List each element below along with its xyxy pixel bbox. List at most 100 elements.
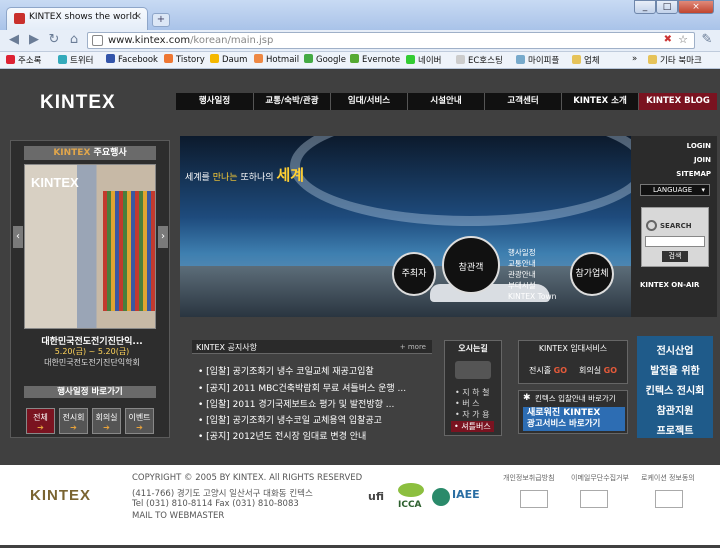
nav-about[interactable]: KINTEX 소개 xyxy=(561,93,638,110)
quick-event-button[interactable]: 이벤트 ➔ xyxy=(125,408,154,434)
bookmarks-more[interactable]: » xyxy=(632,54,637,64)
notice-title: KINTEX 공지사항 xyxy=(196,343,257,352)
event-date: 5.20(금) ~ 5.20(금) xyxy=(54,347,130,356)
nav-events[interactable]: 행사일정 xyxy=(176,93,253,110)
tab-close-icon[interactable]: × xyxy=(134,11,142,22)
hero-menu-item[interactable]: 교통안내 xyxy=(508,258,562,269)
contact: Tel (031) 810-8114 Fax (031) 810-8083 xyxy=(132,499,299,509)
notice-header: KINTEX 공지사항 + more xyxy=(192,340,432,354)
icca-mark xyxy=(398,483,424,497)
bookmark-item[interactable]: Tistory xyxy=(164,54,205,65)
site-logo[interactable]: KINTEX xyxy=(40,92,116,114)
location-policy-link[interactable]: 로케이션 정보동의 xyxy=(641,473,695,483)
maximize-button[interactable]: □ xyxy=(656,0,678,14)
notice-item[interactable]: • [입찰] 공기조화기 냉수 코일교체 재공고입찰 xyxy=(198,364,374,377)
directions-box: 오시는길 • 지 하 철 • 버 스 • 자 가 용 • 셔틀버스 xyxy=(444,340,502,436)
notice-item[interactable]: • [입찰] 공기조화기 냉수코일 교체용역 입찰공고 xyxy=(198,413,382,426)
url-text: www.kintex.com/korean/main.jsp xyxy=(108,35,274,46)
notice-item[interactable]: • [공지] 2011 MBC건축박람회 무료 셔틀버스 운행 ... xyxy=(198,381,406,394)
login-link[interactable]: LOGIN xyxy=(687,142,711,150)
visitor-circle[interactable]: 참관객 xyxy=(442,236,500,294)
directions-bus[interactable]: • 버 스 xyxy=(455,398,480,409)
sitemap-link[interactable]: SITEMAP xyxy=(676,170,711,178)
quick-meeting-button[interactable]: 회의실 ➔ xyxy=(92,408,121,434)
other-bookmarks[interactable]: 기타 북마크 xyxy=(648,54,702,66)
hero-menu-item[interactable]: 부대시설 xyxy=(508,280,562,291)
notice-more-link[interactable]: + more xyxy=(400,343,426,351)
nav-transport[interactable]: 교통/숙박/관광 xyxy=(253,93,330,110)
bookmark-item[interactable]: 마이피플 xyxy=(516,54,559,66)
search-label: SEARCH xyxy=(660,222,692,230)
bookmark-item[interactable]: Facebook xyxy=(106,54,158,65)
campaign-banner[interactable]: 전시산업 발전을 위한 킨텍스 전시회 참관지원 프로젝트 xyxy=(637,336,713,438)
rental-room-link[interactable]: 회의실 GO xyxy=(579,365,617,376)
hero-dome xyxy=(290,136,631,226)
partner-logo xyxy=(520,490,548,508)
quick-links-title: 행사일정 바로가기 xyxy=(24,386,156,398)
bookmark-item[interactable]: Google xyxy=(304,54,346,65)
rental-hall-link[interactable]: 전시홀 GO xyxy=(529,365,567,376)
wrench-icon[interactable]: ✎ xyxy=(699,32,715,48)
ad-service-banner[interactable]: 새로워진 KINTEX 광고서비스 바로가기 xyxy=(523,407,625,431)
reload-icon[interactable]: ↻ xyxy=(46,32,62,48)
home-icon[interactable]: ⌂ xyxy=(66,32,82,48)
browser-tab[interactable]: KINTEX shows the world × xyxy=(6,7,148,30)
next-arrow-icon[interactable]: › xyxy=(158,226,168,248)
new-tab-button[interactable]: + xyxy=(152,13,170,27)
privacy-link[interactable]: 개인정보취급방침 xyxy=(503,473,555,483)
rental-box: KINTEX 임대서비스 전시홀 GO 회의실 GO xyxy=(518,340,628,384)
bookmark-item[interactable]: 업체 xyxy=(572,54,600,66)
hero-menu-item[interactable]: 행사일정 xyxy=(508,247,562,258)
onair-link[interactable]: KINTEX ON-AIR xyxy=(640,281,699,289)
bookmark-item[interactable]: EC호스팅 xyxy=(456,54,503,66)
star-icon[interactable]: ☆ xyxy=(678,33,688,46)
prev-arrow-icon[interactable]: ‹ xyxy=(13,226,23,248)
address-bar[interactable]: www.kintex.com/korean/main.jsp ✖ ☆ xyxy=(87,32,695,49)
icca-logo: ICCA xyxy=(398,500,422,510)
event-organizer: 대한민국전도전기진단익학회 xyxy=(44,358,140,367)
bookmark-item[interactable]: Daum xyxy=(210,54,247,65)
bookmark-item[interactable]: 트위터 xyxy=(58,54,93,66)
bus-icon xyxy=(455,361,491,379)
search-button[interactable]: 검색 xyxy=(662,251,688,262)
webzine-box: ✱ 킨텍스 입찰안내 바로가기 새로워진 KINTEX 광고서비스 바로가기 xyxy=(518,390,628,434)
footer-logo: KINTEX xyxy=(30,487,92,504)
event-image[interactable]: KINTEX xyxy=(24,164,156,329)
address: (411-766) 경기도 고양시 일산서구 대화동 킨텍스 xyxy=(132,489,313,499)
notice-item[interactable]: • [공지] 2012년도 전시장 임대료 변경 안내 xyxy=(198,429,366,442)
hero-tagline: 세계를 만나는 또하나의 세계 xyxy=(185,166,305,184)
directions-shuttle[interactable]: • 셔틀버스 xyxy=(451,421,494,432)
hero-menu-item[interactable]: 관광안내 xyxy=(508,269,562,280)
bookmark-item[interactable]: Hotmail xyxy=(254,54,299,65)
bookmark-item[interactable]: 주소록 xyxy=(6,54,41,66)
bookmark-item[interactable]: Evernote xyxy=(350,54,400,65)
directions-car[interactable]: • 자 가 용 xyxy=(455,409,489,420)
notice-item[interactable]: • [입찰] 2011 경기국제보트쇼 평가 및 발전방향 ... xyxy=(198,397,394,410)
nav-blog[interactable]: KINTEX BLOG xyxy=(638,93,717,110)
favicon-icon xyxy=(14,13,25,24)
directions-subway[interactable]: • 지 하 철 xyxy=(455,387,489,398)
hero-menu-item[interactable]: KINTEX Town xyxy=(508,291,562,302)
ufi-logo: ufi xyxy=(368,490,384,503)
webmaster-link[interactable]: MAIL TO WEBMASTER xyxy=(132,511,224,521)
search-icon xyxy=(646,220,657,231)
blocked-icon[interactable]: ✖ xyxy=(664,34,672,45)
bid-link[interactable]: 킨텍스 입찰안내 바로가기 xyxy=(535,393,616,404)
nav-customer[interactable]: 고객센터 xyxy=(484,93,561,110)
close-window-button[interactable]: × xyxy=(678,0,714,14)
search-input[interactable] xyxy=(645,236,705,247)
quick-exhibition-button[interactable]: 전시회 ➔ xyxy=(59,408,88,434)
join-link[interactable]: JOIN xyxy=(694,156,711,164)
nav-rental[interactable]: 임대/서비스 xyxy=(330,93,407,110)
bookmark-item[interactable]: 네이버 xyxy=(406,54,441,66)
event-image-art xyxy=(103,191,155,311)
quick-all-button[interactable]: 전체 ➔ xyxy=(26,408,55,434)
nav-facility[interactable]: 시설안내 xyxy=(407,93,484,110)
organizer-circle[interactable]: 주최자 xyxy=(392,252,436,296)
forward-icon[interactable]: ▶ xyxy=(26,32,42,48)
language-select[interactable]: LANGUAGE ▾ xyxy=(640,184,710,196)
back-icon[interactable]: ◀ xyxy=(6,32,22,48)
exhibitor-circle[interactable]: 참가업체 xyxy=(570,252,614,296)
email-policy-link[interactable]: 이메일무단수집거부 xyxy=(571,473,629,483)
minimize-button[interactable]: _ xyxy=(634,0,656,14)
